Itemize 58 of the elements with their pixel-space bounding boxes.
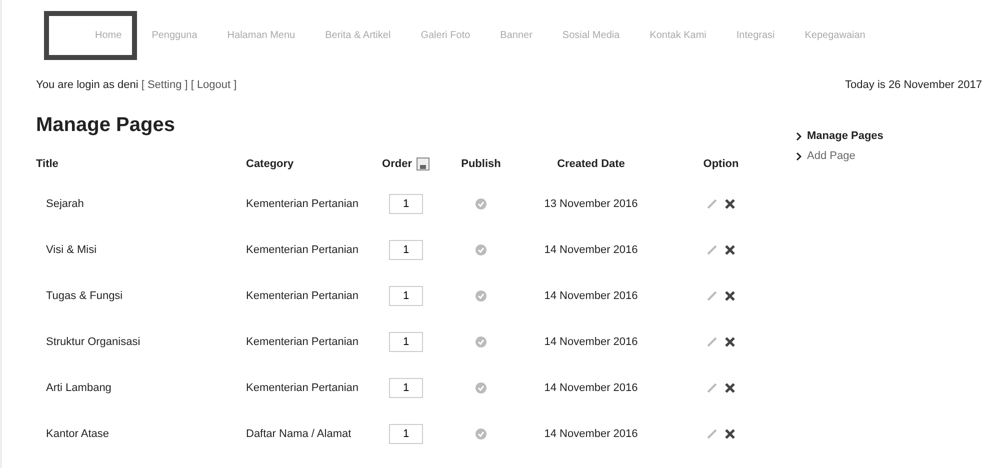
check-circle-icon[interactable] — [475, 244, 487, 256]
close-icon[interactable] — [724, 244, 736, 256]
pencil-icon[interactable] — [706, 198, 718, 210]
chevron-icon — [796, 132, 802, 140]
table-cell: Daftar Nama / Alamat — [246, 428, 352, 440]
sidebar-link[interactable]: Manage Pages — [796, 130, 884, 142]
check-circle-icon[interactable] — [475, 336, 487, 348]
table-cell: Kementerian Pertanian — [246, 382, 359, 394]
table-cell: Kantor Atase — [46, 428, 109, 440]
check-circle-icon[interactable] — [475, 290, 487, 302]
page-heading: Manage Pages — [36, 114, 176, 137]
sidebar-link[interactable]: Add Page — [796, 150, 884, 162]
check-circle-icon[interactable] — [475, 428, 487, 440]
table-cell: Visi & Misi — [46, 244, 97, 256]
column-header: Publish — [461, 158, 501, 170]
table-cell: 14 November 2016 — [544, 382, 638, 394]
login-text: You are login as deni — [36, 79, 138, 91]
order-field[interactable]: 1 — [389, 424, 423, 444]
chevron-icon — [796, 152, 802, 160]
table-cell: 14 November 2016 — [544, 428, 638, 440]
close-icon[interactable] — [724, 198, 736, 210]
pencil-icon[interactable] — [706, 336, 718, 348]
order-field[interactable]: 1 — [389, 378, 423, 398]
pencil-icon[interactable] — [706, 428, 718, 440]
table-cell: Tugas & Fungsi — [46, 290, 123, 302]
table-cell: 14 November 2016 — [544, 244, 638, 256]
check-circle-icon[interactable] — [475, 382, 487, 394]
table-cell: Kementerian Pertanian — [246, 336, 359, 348]
pencil-icon[interactable] — [706, 244, 718, 256]
table-cell: Kementerian Pertanian — [246, 290, 359, 302]
table-cell: 14 November 2016 — [544, 290, 638, 302]
table-cell: Arti Lambang — [46, 382, 112, 394]
table-cell: Struktur Organisasi — [46, 336, 140, 348]
order-field[interactable]: 1 — [389, 286, 423, 306]
save-icon[interactable] — [416, 157, 430, 171]
order-field[interactable]: 1 — [389, 240, 423, 260]
close-icon[interactable] — [724, 336, 736, 348]
table-cell: Sejarah — [46, 198, 84, 210]
check-circle-icon[interactable] — [475, 198, 487, 210]
close-icon[interactable] — [724, 290, 736, 302]
column-header: Category — [246, 158, 294, 170]
column-header: Option — [703, 158, 739, 170]
close-icon[interactable] — [724, 428, 736, 440]
pencil-icon[interactable] — [706, 290, 718, 302]
nav-link[interactable]: [ Setting ] — [141, 79, 188, 91]
date-text: Today is 26 November 2017 — [845, 79, 982, 91]
table-cell: 14 November 2016 — [544, 336, 638, 348]
order-field[interactable]: 1 — [389, 332, 423, 352]
order-field[interactable]: 1 — [389, 194, 423, 214]
column-header: Order — [382, 158, 412, 170]
close-icon[interactable] — [724, 382, 736, 394]
nav-link[interactable]: [ Logout ] — [190, 79, 237, 91]
table-cell: 13 November 2016 — [544, 198, 638, 210]
column-header: Title — [36, 158, 58, 170]
column-header: Created Date — [557, 158, 625, 170]
pencil-icon[interactable] — [706, 382, 718, 394]
table-cell: Kementerian Pertanian — [246, 198, 359, 210]
table-cell: Kementerian Pertanian — [246, 244, 359, 256]
